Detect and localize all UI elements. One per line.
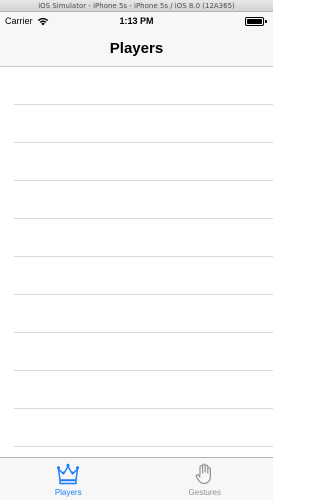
- table-row[interactable]: [0, 295, 273, 333]
- table-row[interactable]: [0, 219, 273, 257]
- simulator-title: iOS Simulator - iPhone 5s - iPhone 5s / …: [38, 2, 235, 10]
- tab-gestures[interactable]: Gestures: [137, 458, 274, 500]
- table-row[interactable]: [0, 181, 273, 219]
- table-row[interactable]: [0, 105, 273, 143]
- table-row[interactable]: [0, 257, 273, 295]
- tab-bar: Players Gestures: [0, 457, 273, 500]
- tab-label: Gestures: [188, 488, 221, 497]
- table-row[interactable]: [0, 371, 273, 409]
- table-row[interactable]: [0, 333, 273, 371]
- status-time: 1:13 PM: [119, 16, 154, 26]
- table-row[interactable]: [0, 143, 273, 181]
- tab-players[interactable]: Players: [0, 458, 137, 500]
- battery-icon: [245, 17, 267, 26]
- status-bar: Carrier 1:13 PM: [0, 12, 273, 30]
- page-title: Players: [109, 40, 164, 57]
- players-table[interactable]: [0, 67, 273, 457]
- table-row[interactable]: [0, 409, 273, 447]
- navigation-bar: Players: [0, 30, 273, 67]
- simulator-title-bar: iOS Simulator - iPhone 5s - iPhone 5s / …: [0, 0, 273, 12]
- tab-label: Players: [54, 488, 82, 497]
- crown-icon: [57, 463, 80, 485]
- table-row[interactable]: [0, 67, 273, 105]
- hand-icon: [195, 463, 211, 485]
